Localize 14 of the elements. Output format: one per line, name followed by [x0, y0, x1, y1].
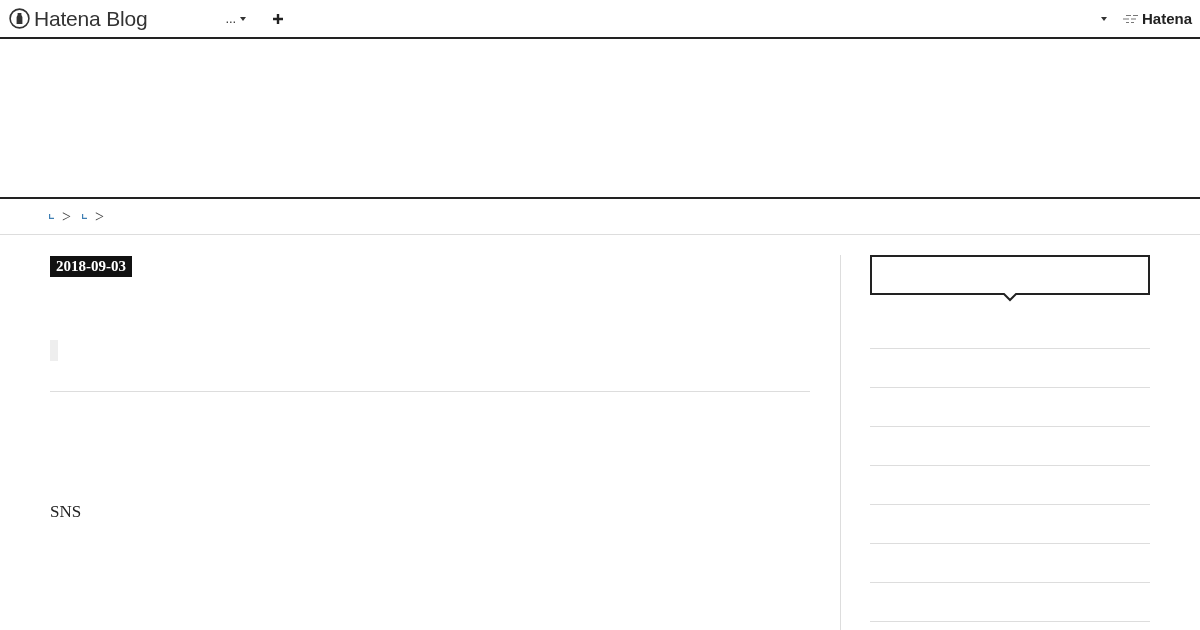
- link-marker-icon[interactable]: [82, 214, 88, 219]
- entry-date[interactable]: 2018-09-03: [50, 256, 132, 277]
- plus-icon[interactable]: [272, 12, 285, 25]
- link-marker-icon[interactable]: [49, 214, 54, 219]
- breadcrumb-separator: >: [95, 207, 105, 226]
- article-paragraph: SNS: [50, 502, 82, 522]
- caret-icon[interactable]: [1100, 16, 1107, 21]
- breadcrumb-separator: >: [62, 207, 72, 226]
- brand-logo-text[interactable]: Hatena: [1141, 10, 1192, 27]
- logo-text[interactable]: Hatena Blog: [34, 6, 148, 31]
- striped-mark-icon: [1122, 13, 1139, 24]
- more-menu-button[interactable]: ...: [223, 9, 249, 28]
- caret-icon: [240, 16, 247, 21]
- logo-icon: [9, 8, 30, 29]
